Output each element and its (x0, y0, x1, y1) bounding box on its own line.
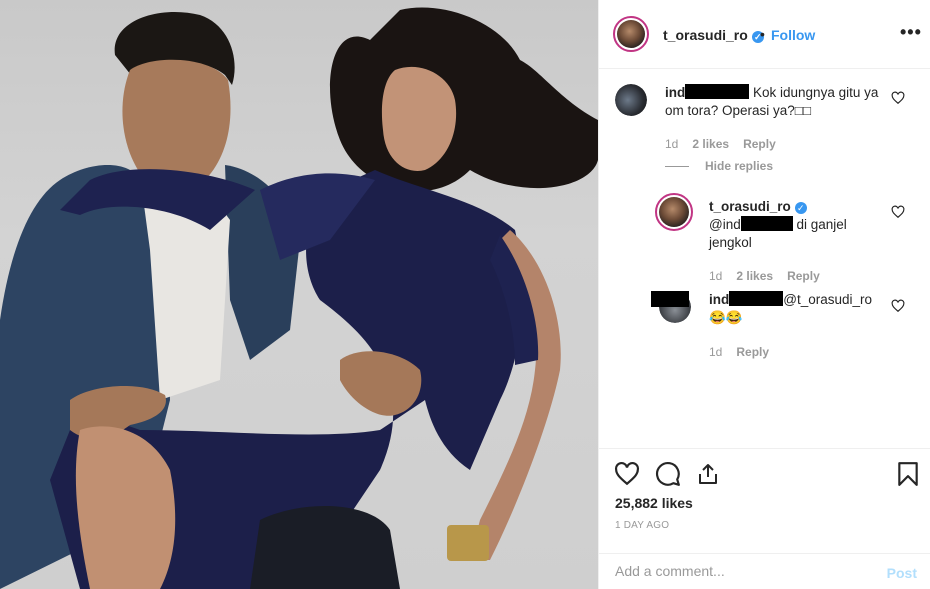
post-photo[interactable] (0, 0, 598, 589)
share-icon[interactable] (696, 461, 720, 487)
header-separator: • (760, 26, 765, 42)
heart-icon[interactable] (614, 461, 640, 487)
divider (665, 166, 689, 167)
commenter-username[interactable]: ind (665, 84, 750, 100)
comment-likes[interactable]: 2 likes (692, 137, 729, 151)
heart-icon[interactable] (891, 205, 905, 219)
comment-icon[interactable] (655, 461, 681, 487)
post-sidebar: t_orasudi_ro ✓ • Follow ••• ind Kok idung… (598, 0, 930, 589)
author-username[interactable]: t_orasudi_ro ✓ (663, 27, 764, 43)
likes-count[interactable]: 25,882 likes (615, 495, 693, 511)
post-header: t_orasudi_ro ✓ • Follow ••• (599, 0, 930, 69)
verified-icon: ✓ (794, 202, 807, 214)
post-button[interactable]: Post (887, 565, 917, 581)
reply-button[interactable]: Reply (736, 345, 769, 359)
comments-list[interactable]: ind Kok idungnya gitu ya om tora? Operas… (599, 70, 930, 448)
comment-text: ind Kok idungnya gitu ya om tora? Operas… (665, 84, 879, 118)
reply-button[interactable]: Reply (743, 137, 776, 151)
commenter-avatar[interactable] (615, 84, 647, 116)
mention-link[interactable]: @t_orasudi_ro (783, 292, 872, 307)
bookmark-icon[interactable] (897, 461, 919, 487)
heart-icon[interactable] (891, 299, 905, 313)
reply-meta: 1d Reply (709, 345, 770, 359)
reply-button[interactable]: Reply (787, 269, 820, 283)
hide-replies-button[interactable]: Hide replies (705, 159, 773, 173)
follow-button[interactable]: Follow (771, 27, 815, 43)
post-timestamp[interactable]: 1 DAY AGO (615, 520, 669, 531)
comment-input[interactable] (615, 563, 875, 579)
more-icon[interactable]: ••• (900, 22, 922, 43)
reply-likes[interactable]: 2 likes (736, 269, 773, 283)
heart-icon[interactable] (891, 91, 905, 105)
reply-avatar[interactable] (655, 193, 693, 231)
redaction-bar (651, 291, 689, 307)
redaction-bar (729, 291, 784, 306)
add-comment-bar: Post (599, 553, 930, 589)
reply-text: ind @t_orasudi_ro 😂😂 (709, 291, 873, 325)
reply-username[interactable]: ind (709, 291, 784, 307)
redaction-bar (685, 84, 750, 99)
reply-meta: 1d 2 likes Reply (709, 269, 820, 283)
reply-text: @ind di ganjel jengkol (709, 216, 847, 250)
redaction-bar (740, 216, 793, 231)
mention-link[interactable]: @ind (709, 216, 793, 232)
author-avatar[interactable] (613, 16, 649, 52)
comment-meta: 1d 2 likes Reply (665, 137, 776, 151)
post-image (0, 7, 598, 589)
post-actions: 25,882 likes 1 DAY AGO Post (599, 448, 930, 589)
reply-username[interactable]: t_orasudi_ro ✓ (709, 198, 807, 216)
